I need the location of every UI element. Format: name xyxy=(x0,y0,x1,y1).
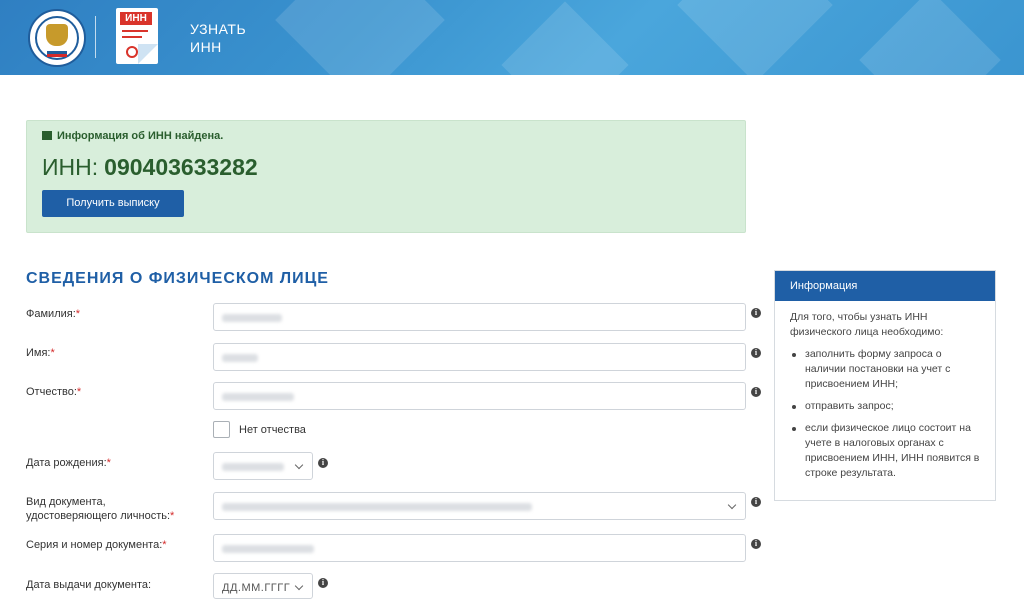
doc-number-label: Серия и номер документа:* xyxy=(26,538,167,552)
flag-icon xyxy=(47,48,67,57)
info-icon[interactable]: i xyxy=(751,348,761,358)
inn-value: 090403633282 xyxy=(104,154,258,180)
patronymic-input[interactable] xyxy=(213,382,746,410)
header-decoration xyxy=(859,0,1001,75)
result-status: Информация об ИНН найдена. xyxy=(42,130,223,142)
info-list-item: заполнить форму запроса о наличии постан… xyxy=(790,347,980,392)
no-patronymic-checkbox[interactable] xyxy=(213,421,230,438)
redacted-value xyxy=(222,503,532,511)
redacted-value xyxy=(222,314,282,322)
doc-icon-label: ИНН xyxy=(120,12,152,25)
name-label: Имя:* xyxy=(26,346,55,360)
info-icon[interactable]: i xyxy=(751,539,761,549)
date-placeholder: ДД.ММ.ГГГГ xyxy=(222,582,291,594)
info-panel-list: заполнить форму запроса о наличии постан… xyxy=(790,347,980,481)
required-mark: * xyxy=(75,308,81,320)
info-icon[interactable]: i xyxy=(318,458,328,468)
doc-type-label-line2: удостоверяющего личность: xyxy=(26,510,171,522)
doc-line xyxy=(122,30,148,32)
name-label-text: Имя: xyxy=(26,347,51,359)
no-patronymic-label[interactable]: Нет отчества xyxy=(239,424,306,436)
info-icon[interactable]: i xyxy=(751,308,761,318)
header-decoration xyxy=(275,0,445,75)
birth-date-label-text: Дата рождения: xyxy=(26,457,107,469)
birth-date-label: Дата рождения:* xyxy=(26,456,111,470)
info-icon[interactable]: i xyxy=(751,497,761,507)
info-icon[interactable]: i xyxy=(318,578,328,588)
surname-label-text: Фамилия: xyxy=(26,308,76,320)
get-extract-button[interactable]: Получить выписку xyxy=(42,190,184,217)
inn-document-icon: ИНН xyxy=(116,8,158,64)
doc-number-label-text: Серия и номер документа: xyxy=(26,539,163,551)
info-panel-body: Для того, чтобы узнать ИНН физического л… xyxy=(775,301,995,481)
doc-issue-date-label: Дата выдачи документа: xyxy=(26,579,152,591)
doc-type-label-line1: Вид документа, xyxy=(26,496,106,508)
header-decoration xyxy=(501,1,629,75)
eagle-icon xyxy=(46,24,68,46)
service-title-line1: УЗНАТЬ xyxy=(190,21,247,37)
inn-label: ИНН: xyxy=(42,154,99,180)
redacted-value xyxy=(222,354,258,362)
chevron-down-icon xyxy=(727,500,737,510)
surname-input[interactable] xyxy=(213,303,746,331)
patronymic-label: Отчество:* xyxy=(26,385,81,399)
service-title[interactable]: УЗНАТЬ ИНН xyxy=(190,20,246,56)
required-mark: * xyxy=(76,386,82,398)
info-list-item: если физическое лицо состоит на учете в … xyxy=(790,421,980,481)
required-mark: * xyxy=(50,347,55,359)
service-title-line2: ИНН xyxy=(190,39,222,55)
site-header: ИНН УЗНАТЬ ИНН xyxy=(0,0,1024,75)
birth-date-input[interactable] xyxy=(213,452,313,480)
gift-icon xyxy=(42,131,52,140)
chevron-down-icon xyxy=(294,460,304,470)
inn-result: ИНН: 090403633282 xyxy=(42,154,258,181)
redacted-value xyxy=(222,463,284,471)
info-icon[interactable]: i xyxy=(751,387,761,397)
name-input[interactable] xyxy=(213,343,746,371)
doc-type-select[interactable] xyxy=(213,492,746,520)
seal-icon xyxy=(126,46,138,58)
page-fold xyxy=(138,44,158,64)
info-panel-title: Информация xyxy=(775,271,995,301)
doc-line xyxy=(122,36,142,38)
surname-label: Фамилия:* xyxy=(26,307,80,321)
section-title: СВЕДЕНИЯ О ФИЗИЧЕСКОМ ЛИЦЕ xyxy=(26,270,329,287)
required-mark: * xyxy=(170,510,175,522)
doc-number-input[interactable] xyxy=(213,534,746,562)
required-mark: * xyxy=(106,457,111,469)
fns-emblem-icon[interactable] xyxy=(28,9,86,67)
header-decoration xyxy=(677,0,833,75)
required-mark: * xyxy=(162,539,167,551)
info-panel-intro: Для того, чтобы узнать ИНН физического л… xyxy=(790,311,944,338)
patronymic-label-text: Отчество: xyxy=(26,386,77,398)
chevron-down-icon xyxy=(294,581,304,591)
doc-type-label: Вид документа, удостоверяющего личность:* xyxy=(26,495,174,523)
info-panel: Информация Для того, чтобы узнать ИНН фи… xyxy=(774,270,996,501)
header-divider xyxy=(95,16,96,58)
redacted-value xyxy=(222,393,294,401)
result-alert: Информация об ИНН найдена. ИНН: 090403633… xyxy=(26,120,746,233)
doc-issue-date-input[interactable]: ДД.ММ.ГГГГ xyxy=(213,573,313,599)
info-list-item: отправить запрос; xyxy=(790,399,980,414)
result-status-text: Информация об ИНН найдена. xyxy=(57,130,224,142)
redacted-value xyxy=(222,545,314,553)
